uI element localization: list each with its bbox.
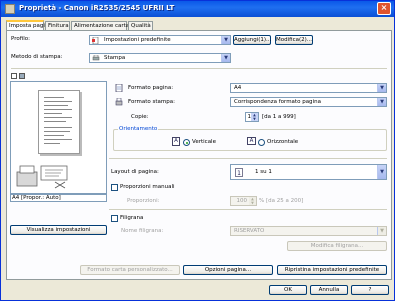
copies-spinner[interactable]: 1 ▲ ▼ bbox=[245, 112, 259, 122]
copies-label: Copie: bbox=[131, 114, 149, 120]
output-size-icon bbox=[115, 98, 123, 106]
preview-area bbox=[10, 81, 107, 194]
profile-label: Profilo: bbox=[11, 36, 30, 42]
scaling-spinner[interactable]: 100 ▲ ▼ bbox=[230, 196, 257, 206]
printer-illustration-icon bbox=[16, 165, 68, 189]
page-options-button[interactable]: Opzioni pagina... bbox=[183, 265, 273, 275]
chevron-down-icon: ▼ bbox=[377, 84, 386, 92]
help-button[interactable]: ? bbox=[351, 285, 389, 295]
tab-paper-source[interactable]: Alimentazione carta bbox=[71, 21, 129, 30]
profile-select[interactable]: Impostazioni predefinite ▼ bbox=[89, 35, 231, 45]
close-button[interactable]: × bbox=[377, 2, 391, 15]
spinner-arrows-icon[interactable]: ▲ ▼ bbox=[251, 113, 258, 121]
view-settings-button[interactable]: Visualizza impostazioni bbox=[10, 225, 107, 235]
watermark-value: RISERVATO bbox=[234, 228, 265, 234]
text-line bbox=[44, 113, 62, 114]
copies-range: [da 1 a 999] bbox=[262, 114, 296, 120]
output-size-label: Formato stampa: bbox=[128, 99, 175, 105]
page-size-value: A4 bbox=[234, 85, 242, 91]
svg-text:1: 1 bbox=[237, 170, 241, 177]
text-line bbox=[44, 101, 72, 102]
text-line bbox=[44, 109, 72, 110]
portrait-label: Verticale bbox=[192, 139, 216, 145]
cancel-button[interactable]: Annulla bbox=[310, 285, 348, 295]
page-layout-select[interactable]: 1 1 su 1 ▼ bbox=[230, 164, 387, 180]
portrait-radio[interactable] bbox=[183, 139, 190, 146]
printer-view-icon[interactable] bbox=[19, 73, 25, 79]
text-line bbox=[44, 105, 68, 106]
printer-icon bbox=[5, 4, 15, 14]
watermark-label: Filigrana bbox=[120, 215, 144, 221]
output-size-select[interactable]: Corrispondenza formato pagina ▼ bbox=[230, 97, 387, 107]
scaling-range: % [da 25 a 200] bbox=[259, 198, 304, 204]
output-method-select[interactable]: Stampa ▼ bbox=[89, 53, 231, 63]
print-icon bbox=[92, 55, 100, 61]
chevron-down-icon: ▼ bbox=[377, 165, 386, 179]
watermark-checkbox[interactable] bbox=[111, 215, 118, 222]
output-method-label: Metodo di stampa: bbox=[11, 54, 63, 60]
page-layout-value: 1 su 1 bbox=[255, 169, 272, 175]
landscape-radio[interactable] bbox=[258, 139, 265, 146]
scaling-value: 100 bbox=[236, 198, 248, 204]
page-layout-label: Layout di pagina: bbox=[111, 169, 159, 175]
manual-scaling-checkbox[interactable] bbox=[111, 184, 118, 191]
separator bbox=[11, 68, 387, 69]
properties-window: Proprietà - Canon iR2535/2545 UFRII LT ×… bbox=[0, 0, 395, 301]
page-size-select[interactable]: A4 ▼ bbox=[230, 83, 387, 93]
custom-paper-size-button[interactable]: Formato carta personalizzato... bbox=[80, 265, 180, 275]
separator bbox=[109, 209, 387, 210]
preview-status: A4 [Propor.: Auto] bbox=[10, 194, 107, 202]
chevron-down-icon: ▼ bbox=[221, 54, 230, 62]
text-line bbox=[44, 121, 66, 122]
chevron-down-icon: ▼ bbox=[377, 98, 386, 106]
page-preview bbox=[38, 90, 80, 154]
watermark-select[interactable]: RISERVATO ▼ bbox=[230, 226, 387, 236]
scaling-label: Proporzioni: bbox=[127, 198, 160, 204]
edit-profile-button[interactable]: Modifica(2)... bbox=[275, 35, 313, 45]
spinner-arrows-icon[interactable]: ▲ ▼ bbox=[249, 197, 256, 205]
title-bar: Proprietà - Canon iR2535/2545 UFRII LT × bbox=[1, 1, 394, 17]
text-line bbox=[44, 97, 64, 98]
text-line bbox=[44, 143, 60, 144]
portrait-icon: A bbox=[172, 137, 180, 146]
watermark-name-label: Nome filigrana: bbox=[121, 228, 164, 234]
landscape-label: Orizzontale bbox=[267, 139, 299, 145]
text-line bbox=[44, 131, 70, 132]
tab-finishing[interactable]: Finitura bbox=[45, 21, 70, 30]
chevron-down-icon: ▼ bbox=[221, 36, 230, 44]
page-view-icon[interactable] bbox=[11, 73, 17, 79]
restore-defaults-button[interactable]: Ripristina impostazioni predefinite bbox=[277, 265, 387, 275]
chevron-down-icon: ▼ bbox=[377, 227, 386, 235]
ok-button[interactable]: OK bbox=[269, 285, 307, 295]
page-size-label: Formato pagina: bbox=[128, 85, 174, 91]
text-line bbox=[44, 135, 64, 136]
preview-status-text: A4 [Propor.: Auto] bbox=[12, 195, 61, 201]
separator bbox=[109, 158, 387, 159]
manual-scaling-label: Proporzioni manuali bbox=[120, 184, 175, 190]
page-size-icon bbox=[115, 84, 123, 92]
profile-value: Impostazioni predefinite bbox=[104, 37, 171, 43]
layout-1up-icon: 1 bbox=[235, 168, 243, 177]
text-line bbox=[44, 117, 72, 118]
output-size-value: Corrispondenza formato pagina bbox=[234, 99, 321, 105]
output-method-value: Stampa bbox=[104, 55, 126, 61]
text-line bbox=[44, 139, 72, 140]
landscape-icon: A bbox=[247, 137, 256, 145]
add-profile-button[interactable]: Aggiungi(1)... bbox=[233, 35, 271, 45]
tab-quality[interactable]: Qualità bbox=[128, 21, 153, 30]
edit-watermark-button[interactable]: Modifica filigrana... bbox=[287, 241, 387, 251]
orientation-label: Orientamento bbox=[118, 126, 159, 133]
window-title: Proprietà - Canon iR2535/2545 UFRII LT bbox=[19, 4, 175, 12]
profile-icon bbox=[92, 37, 99, 44]
text-line bbox=[44, 127, 72, 128]
